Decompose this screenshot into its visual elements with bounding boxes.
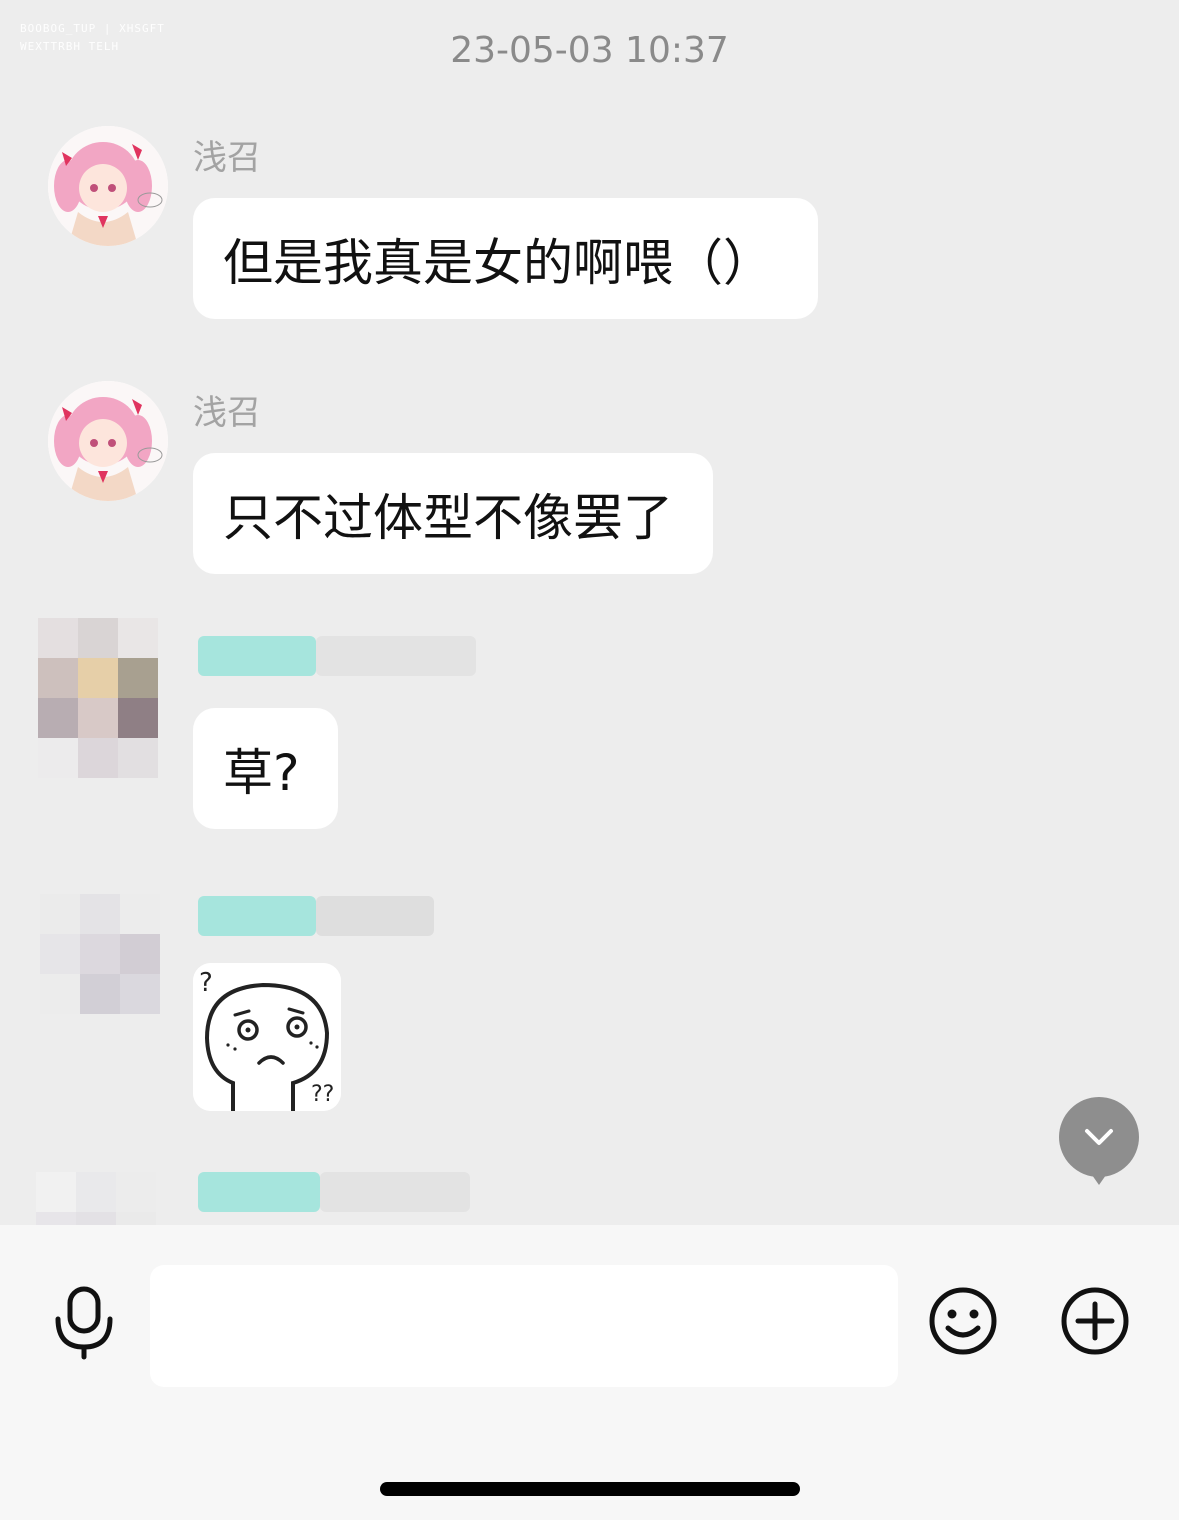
message-bubble[interactable]: 但是我真是女的啊喂（） bbox=[193, 198, 818, 319]
avatar[interactable] bbox=[48, 126, 168, 246]
pixelated-sender-name bbox=[320, 1172, 470, 1212]
microphone-icon[interactable] bbox=[52, 1285, 116, 1365]
pixelated-avatar[interactable] bbox=[40, 894, 160, 1014]
pixelated-sender-name bbox=[198, 1172, 320, 1212]
anime-avatar-icon bbox=[48, 381, 168, 501]
message-bubble[interactable]: 草? bbox=[193, 708, 338, 829]
chevron-down-icon bbox=[1085, 1129, 1113, 1145]
sender-name: 浅召 bbox=[193, 393, 261, 433]
smiley-icon[interactable] bbox=[928, 1286, 998, 1360]
sender-name: 浅召 bbox=[193, 138, 261, 178]
svg-text:??: ?? bbox=[311, 1082, 334, 1107]
anime-avatar-icon bbox=[48, 126, 168, 246]
avatar[interactable] bbox=[48, 381, 168, 501]
pixelated-sender-name bbox=[316, 636, 476, 676]
pixelated-sender-name bbox=[316, 896, 434, 936]
message-timestamp: 23-05-03 10:37 bbox=[450, 30, 729, 71]
plus-circle-icon[interactable] bbox=[1060, 1286, 1130, 1360]
svg-text:?: ? bbox=[199, 968, 213, 998]
message-bubble[interactable]: 只不过体型不像罢了 bbox=[193, 453, 713, 574]
pixelated-sender-name bbox=[198, 636, 316, 676]
message-input[interactable] bbox=[150, 1265, 898, 1387]
sticker-message[interactable]: ? ?? bbox=[193, 963, 341, 1111]
pixelated-avatar[interactable] bbox=[38, 618, 158, 778]
confused-face-sticker-icon: ? ?? bbox=[193, 963, 341, 1111]
home-indicator bbox=[380, 1482, 800, 1496]
input-bar bbox=[0, 1225, 1179, 1520]
scroll-to-bottom-button[interactable] bbox=[1059, 1097, 1139, 1185]
pixelated-sender-name bbox=[198, 896, 316, 936]
